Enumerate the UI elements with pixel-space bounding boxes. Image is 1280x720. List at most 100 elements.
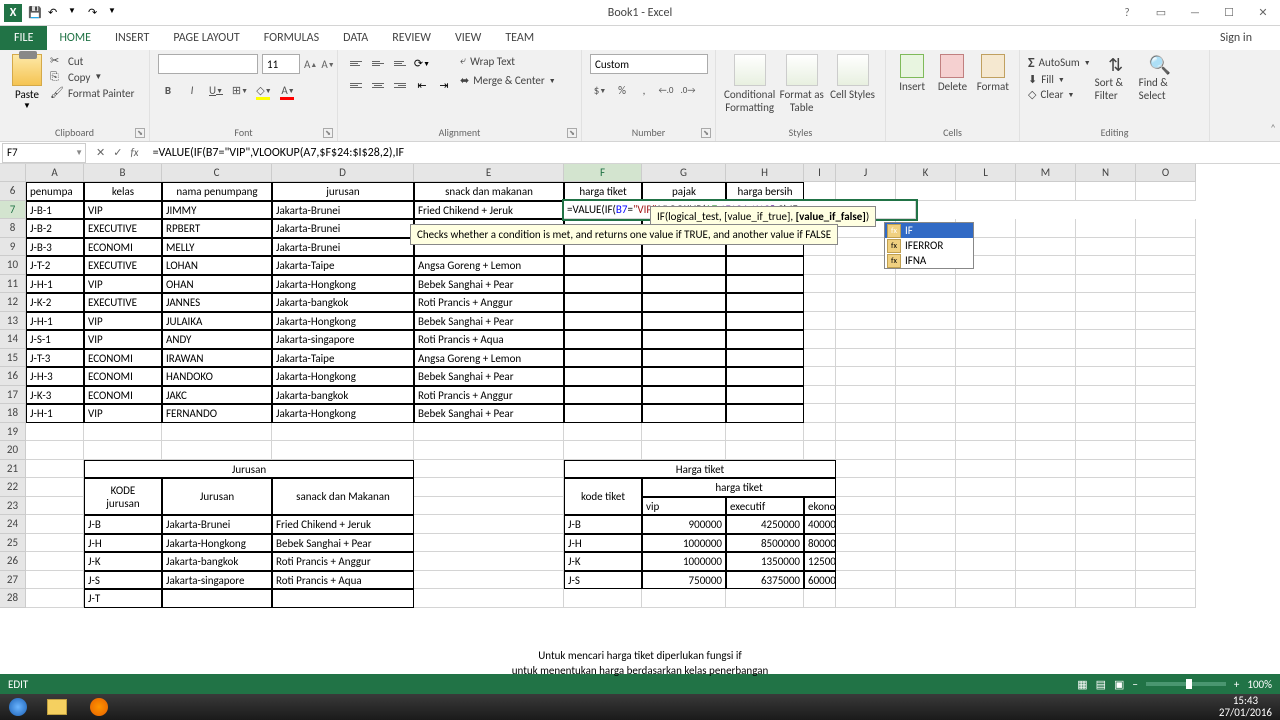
cell[interactable] xyxy=(956,589,1016,608)
comma-button[interactable]: , xyxy=(634,80,654,100)
cell[interactable] xyxy=(1136,404,1196,423)
cell[interactable]: J-K xyxy=(84,552,162,571)
cell[interactable]: kelas xyxy=(84,182,162,201)
italic-button[interactable]: I xyxy=(182,80,202,100)
cell[interactable]: ECONOMI xyxy=(84,349,162,368)
cell[interactable] xyxy=(956,404,1016,423)
cell[interactable] xyxy=(956,349,1016,368)
cell[interactable] xyxy=(836,182,896,201)
cell[interactable]: 750000 xyxy=(642,571,726,590)
cell-styles-button[interactable]: Cell Styles xyxy=(828,54,877,114)
autocomplete-item[interactable]: fxIFERROR xyxy=(885,238,973,253)
cell[interactable] xyxy=(1016,275,1076,294)
tab-file[interactable]: FILE xyxy=(0,26,47,50)
cell[interactable]: Jakarta-Taipe xyxy=(272,349,414,368)
cell[interactable] xyxy=(1076,460,1136,479)
align-left-button[interactable] xyxy=(346,76,366,94)
cell[interactable]: Jakarta-singapore xyxy=(162,571,272,590)
cell[interactable] xyxy=(1076,349,1136,368)
cell[interactable] xyxy=(1136,534,1196,553)
cell[interactable]: 6375000 xyxy=(726,571,804,590)
cell[interactable]: 8000000 xyxy=(804,534,836,553)
cell[interactable] xyxy=(1136,441,1196,460)
cut-button[interactable]: ✂Cut xyxy=(50,54,134,68)
cell[interactable]: Fried Chikend + Jeruk xyxy=(272,515,414,534)
cell[interactable]: Roti Prancis + Anggur xyxy=(414,386,564,405)
save-icon[interactable]: 💾 xyxy=(28,6,42,20)
cell[interactable] xyxy=(1016,478,1076,497)
cell[interactable] xyxy=(1076,552,1136,571)
cell[interactable] xyxy=(642,404,726,423)
cell[interactable] xyxy=(956,367,1016,386)
cell[interactable] xyxy=(956,182,1016,201)
cell[interactable]: executif xyxy=(726,497,804,516)
align-center-button[interactable] xyxy=(368,76,388,94)
cell[interactable]: J-B xyxy=(564,515,642,534)
column-header[interactable]: D xyxy=(272,164,414,182)
cell[interactable]: Jakarta-bangkok xyxy=(162,552,272,571)
cell[interactable]: J-K xyxy=(564,552,642,571)
cell[interactable] xyxy=(1016,571,1076,590)
cell[interactable] xyxy=(26,497,84,516)
cell[interactable] xyxy=(26,441,84,460)
cell[interactable] xyxy=(1016,423,1076,442)
cell[interactable] xyxy=(956,330,1016,349)
paste-button[interactable]: Paste ▼ xyxy=(8,54,46,111)
cell[interactable] xyxy=(804,423,836,442)
cell[interactable] xyxy=(1016,312,1076,331)
cell[interactable] xyxy=(836,515,896,534)
cell[interactable]: Roti Prancis + Anggur xyxy=(272,552,414,571)
cell[interactable] xyxy=(414,478,564,497)
cell[interactable] xyxy=(414,515,564,534)
cell[interactable] xyxy=(1016,367,1076,386)
cell[interactable]: Jakarta-singapore xyxy=(272,330,414,349)
cell[interactable] xyxy=(642,312,726,331)
row-header[interactable]: 8 xyxy=(0,219,26,238)
cell[interactable] xyxy=(836,441,896,460)
cell[interactable]: ECONOMI xyxy=(84,367,162,386)
cell[interactable]: 8500000 xyxy=(726,534,804,553)
maximize-icon[interactable]: ☐ xyxy=(1216,3,1242,23)
cell[interactable] xyxy=(642,367,726,386)
cell[interactable] xyxy=(836,460,896,479)
cell[interactable] xyxy=(1076,571,1136,590)
cell[interactable]: EXECUTIVE xyxy=(84,293,162,312)
cell[interactable] xyxy=(1136,238,1196,257)
font-dialog-icon[interactable]: ⬊ xyxy=(323,128,333,138)
name-box[interactable]: F7▼ xyxy=(2,143,86,163)
row-header[interactable]: 28 xyxy=(0,589,26,608)
row-header[interactable]: 27 xyxy=(0,571,26,590)
cell[interactable] xyxy=(564,423,642,442)
merge-center-button[interactable]: ⬌Merge & Center ▼ xyxy=(460,74,556,87)
autocomplete-item[interactable]: fxIFNA xyxy=(885,253,973,268)
cell[interactable] xyxy=(1136,497,1196,516)
tab-review[interactable]: REVIEW xyxy=(380,27,443,49)
cell[interactable]: J-B-3 xyxy=(26,238,84,257)
cell[interactable]: J-T-2 xyxy=(26,256,84,275)
cell[interactable] xyxy=(1016,386,1076,405)
select-all-corner[interactable] xyxy=(0,164,26,182)
cell[interactable] xyxy=(956,571,1016,590)
row-header[interactable]: 24 xyxy=(0,515,26,534)
cell[interactable] xyxy=(726,349,804,368)
cell[interactable]: harga tiket xyxy=(642,478,836,497)
cell[interactable] xyxy=(1076,497,1136,516)
cell[interactable]: Jakarta-bangkok xyxy=(272,386,414,405)
cell[interactable] xyxy=(896,386,956,405)
cell[interactable]: Bebek Sanghai + Pear xyxy=(272,534,414,553)
cell[interactable]: Bebek Sanghai + Pear xyxy=(414,367,564,386)
cell[interactable] xyxy=(726,293,804,312)
cell[interactable] xyxy=(896,275,956,294)
cell[interactable] xyxy=(26,515,84,534)
cell[interactable] xyxy=(804,404,836,423)
tab-view[interactable]: VIEW xyxy=(443,27,493,49)
fill-button[interactable]: ⬇Fill ▼ xyxy=(1028,73,1091,86)
cell[interactable] xyxy=(726,386,804,405)
cell[interactable] xyxy=(84,441,162,460)
row-header[interactable]: 7 xyxy=(0,201,26,220)
cell[interactable] xyxy=(1136,275,1196,294)
cell[interactable] xyxy=(414,589,564,608)
column-header[interactable]: I xyxy=(804,164,836,182)
cell[interactable] xyxy=(1076,219,1136,238)
cell[interactable] xyxy=(804,589,836,608)
